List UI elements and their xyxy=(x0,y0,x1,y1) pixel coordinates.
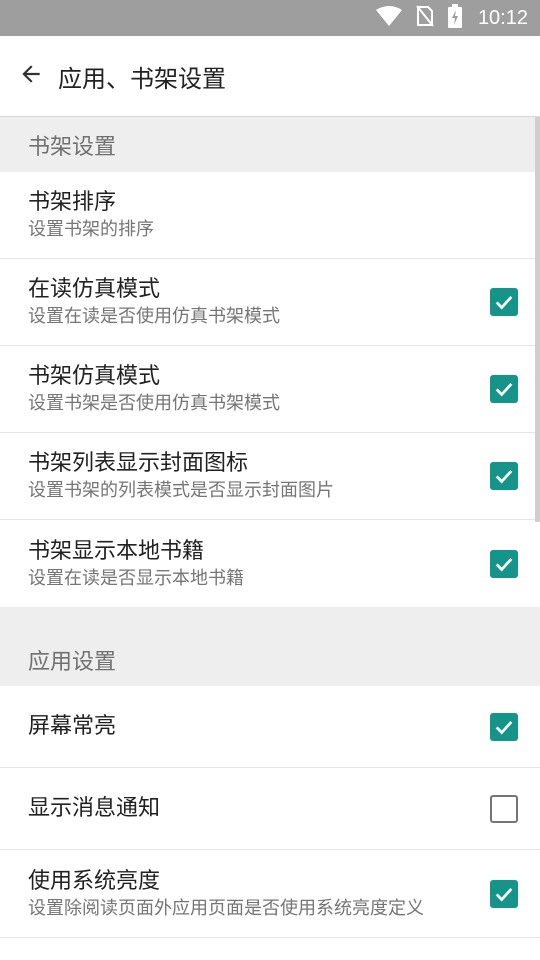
app-bar: 应用、书架设置 xyxy=(0,36,540,117)
wifi-icon xyxy=(375,6,402,30)
checkbox-checked[interactable] xyxy=(490,549,518,578)
pref-screen-keep-on[interactable]: 屏幕常亮 xyxy=(0,686,540,768)
checkbox-checked[interactable] xyxy=(490,288,518,316)
checkbox-checked[interactable] xyxy=(490,462,518,490)
settings-list[interactable]: 书架设置 书架排序 设置书架的排序 在读仿真模式 设置在读是否使用仿真书架模式 … xyxy=(0,117,540,960)
battery-charging-icon xyxy=(447,4,462,32)
page-title: 应用、书架设置 xyxy=(58,64,226,93)
pref-summary: 设置书架的列表模式是否显示封面图片 xyxy=(28,480,334,501)
checkbox-unchecked[interactable] xyxy=(490,794,518,823)
pref-system-brightness[interactable]: 使用系统亮度 设置除阅读页面外应用页面是否使用系统亮度定义 xyxy=(0,850,540,938)
pref-show-notifications[interactable]: 显示消息通知 xyxy=(0,768,540,850)
pref-title: 在读仿真模式 xyxy=(28,277,161,302)
pref-summary: 设置在读是否显示本地书籍 xyxy=(28,567,244,589)
pref-title: 书架列表显示封面图标 xyxy=(28,451,249,476)
pref-title: 书架排序 xyxy=(28,190,117,215)
section-header-bookshelf: 书架设置 xyxy=(0,117,540,172)
arrow-back-icon xyxy=(18,61,44,91)
pref-reading-simulation[interactable]: 在读仿真模式 设置在读是否使用仿真书架模式 xyxy=(0,259,540,346)
pref-summary: 设置除阅读页面外应用页面是否使用系统亮度定义 xyxy=(28,897,424,919)
checkbox-checked[interactable] xyxy=(490,712,518,741)
pref-title: 屏幕常亮 xyxy=(28,713,117,739)
status-bar: 10:12 xyxy=(0,0,540,36)
no-sim-icon xyxy=(416,5,434,31)
pref-summary: 设置书架是否使用仿真书架模式 xyxy=(28,393,280,414)
check-icon xyxy=(495,557,513,571)
check-icon xyxy=(495,470,513,484)
check-icon xyxy=(495,296,513,310)
pref-title: 书架仿真模式 xyxy=(28,364,161,389)
status-time: 10:12 xyxy=(477,6,528,29)
pref-show-local-books[interactable]: 书架显示本地书籍 设置在读是否显示本地书籍 xyxy=(0,520,540,607)
checkbox-checked[interactable] xyxy=(490,375,518,403)
back-button[interactable] xyxy=(0,36,58,117)
pref-bookshelf-simulation[interactable]: 书架仿真模式 设置书架是否使用仿真书架模式 xyxy=(0,346,540,433)
section-header-app: 应用设置 xyxy=(0,607,540,686)
check-icon xyxy=(495,720,513,734)
pref-summary: 设置书架的排序 xyxy=(28,219,154,240)
pref-title: 使用系统亮度 xyxy=(28,868,161,894)
pref-title: 书架显示本地书籍 xyxy=(28,538,205,564)
check-icon xyxy=(495,383,513,397)
pref-summary: 设置在读是否使用仿真书架模式 xyxy=(28,306,280,327)
pref-bookshelf-sort[interactable]: 书架排序 设置书架的排序 xyxy=(0,172,540,259)
pref-list-show-cover[interactable]: 书架列表显示封面图标 设置书架的列表模式是否显示封面图片 xyxy=(0,433,540,520)
scrollbar[interactable] xyxy=(535,117,540,522)
pref-title: 显示消息通知 xyxy=(28,795,161,821)
checkbox-checked[interactable] xyxy=(490,879,518,908)
check-icon xyxy=(495,887,513,901)
